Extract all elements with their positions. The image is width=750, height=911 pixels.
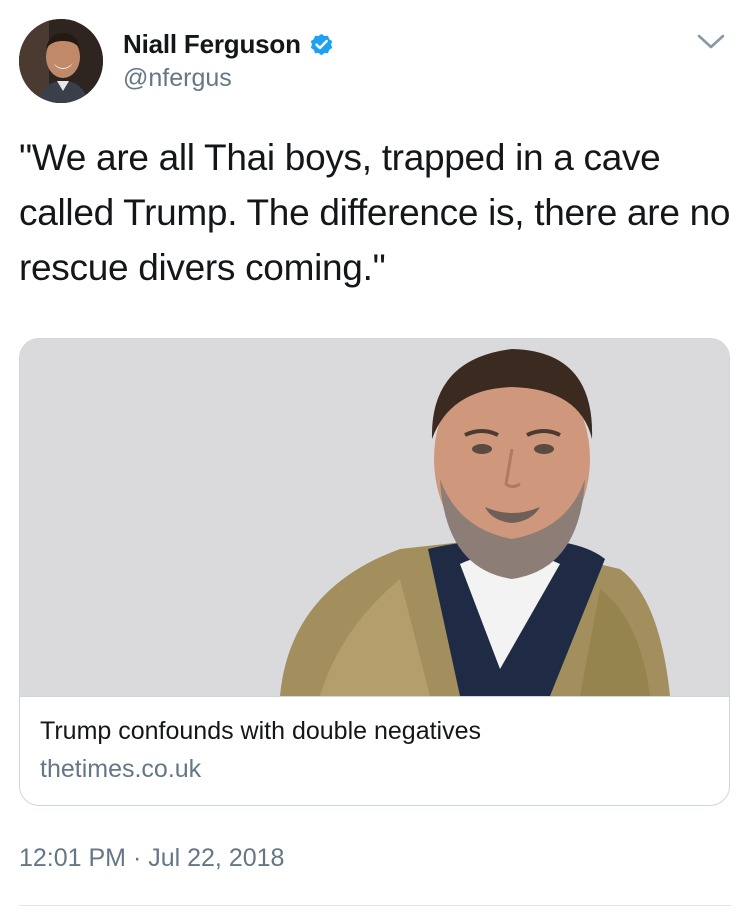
avatar[interactable] [19, 19, 103, 103]
author-display-name[interactable]: Niall Ferguson [123, 29, 301, 60]
tweet-menu-button[interactable] [694, 27, 728, 57]
tweet-text: "We are all Thai boys, trapped in a cave… [19, 137, 731, 288]
profile-photo-icon [19, 19, 103, 103]
author-portrait-photo-icon [20, 339, 729, 696]
card-title: Trump confounds with double negatives [40, 717, 482, 745]
card-divider [20, 696, 729, 697]
bottom-divider [19, 905, 731, 906]
card-domain: thetimes.co.uk [40, 755, 202, 783]
chevron-down-icon [697, 34, 725, 49]
link-preview-card[interactable]: Trump confounds with double negatives th… [19, 338, 730, 806]
verified-badge-icon [308, 31, 335, 58]
author-handle[interactable]: @nfergus [123, 64, 232, 93]
tweet-timestamp[interactable]: 12:01 PM · Jul 22, 2018 [19, 844, 284, 873]
card-image [20, 339, 729, 696]
author-name-row: Niall Ferguson [123, 26, 335, 62]
